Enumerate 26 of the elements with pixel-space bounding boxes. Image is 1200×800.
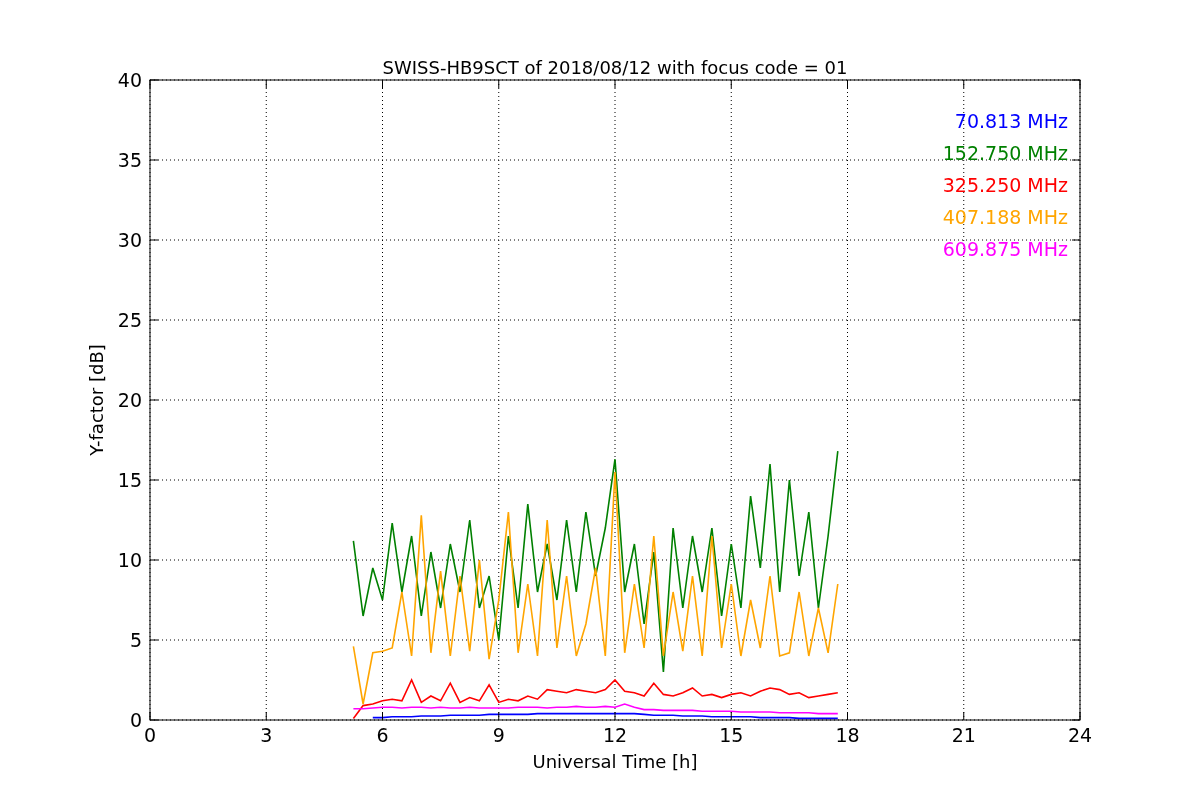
- tick-label: 10: [117, 549, 142, 571]
- tick-label: 40: [117, 69, 142, 91]
- tick-label: 15: [117, 469, 142, 491]
- axis-title: Universal Time [h]: [532, 751, 698, 772]
- tick-label: 12: [602, 724, 628, 746]
- tick-label: 30: [117, 229, 142, 251]
- tick-label: 15: [719, 724, 744, 746]
- tick-label: 21: [951, 724, 976, 746]
- tick-label: 6: [376, 724, 389, 746]
- legend-entry: 407.188 MHz: [942, 206, 1068, 228]
- tick-label: 0: [143, 724, 157, 746]
- tick-label: 3: [260, 724, 273, 746]
- tick-label: 5: [129, 629, 142, 651]
- tick-label: 0: [129, 709, 142, 731]
- axis-title: Y-factor [dB]: [86, 344, 107, 456]
- tick-label: 35: [117, 149, 142, 171]
- chart-title: SWISS-HB9SCT of 2018/08/12 with focus code = 01: [382, 57, 848, 78]
- legend-entry: 152.750 MHz: [942, 142, 1068, 164]
- tick-label: 18: [835, 724, 860, 746]
- tick-label: 25: [117, 309, 142, 331]
- tick-label: 9: [492, 724, 505, 746]
- tick-label: 24: [1067, 724, 1093, 746]
- legend-entry: 325.250 MHz: [942, 174, 1068, 196]
- tick-label: 20: [117, 389, 142, 411]
- legend-entry: 609.875 MHz: [942, 238, 1068, 260]
- legend-entry: 70.813 MHz: [954, 110, 1068, 132]
